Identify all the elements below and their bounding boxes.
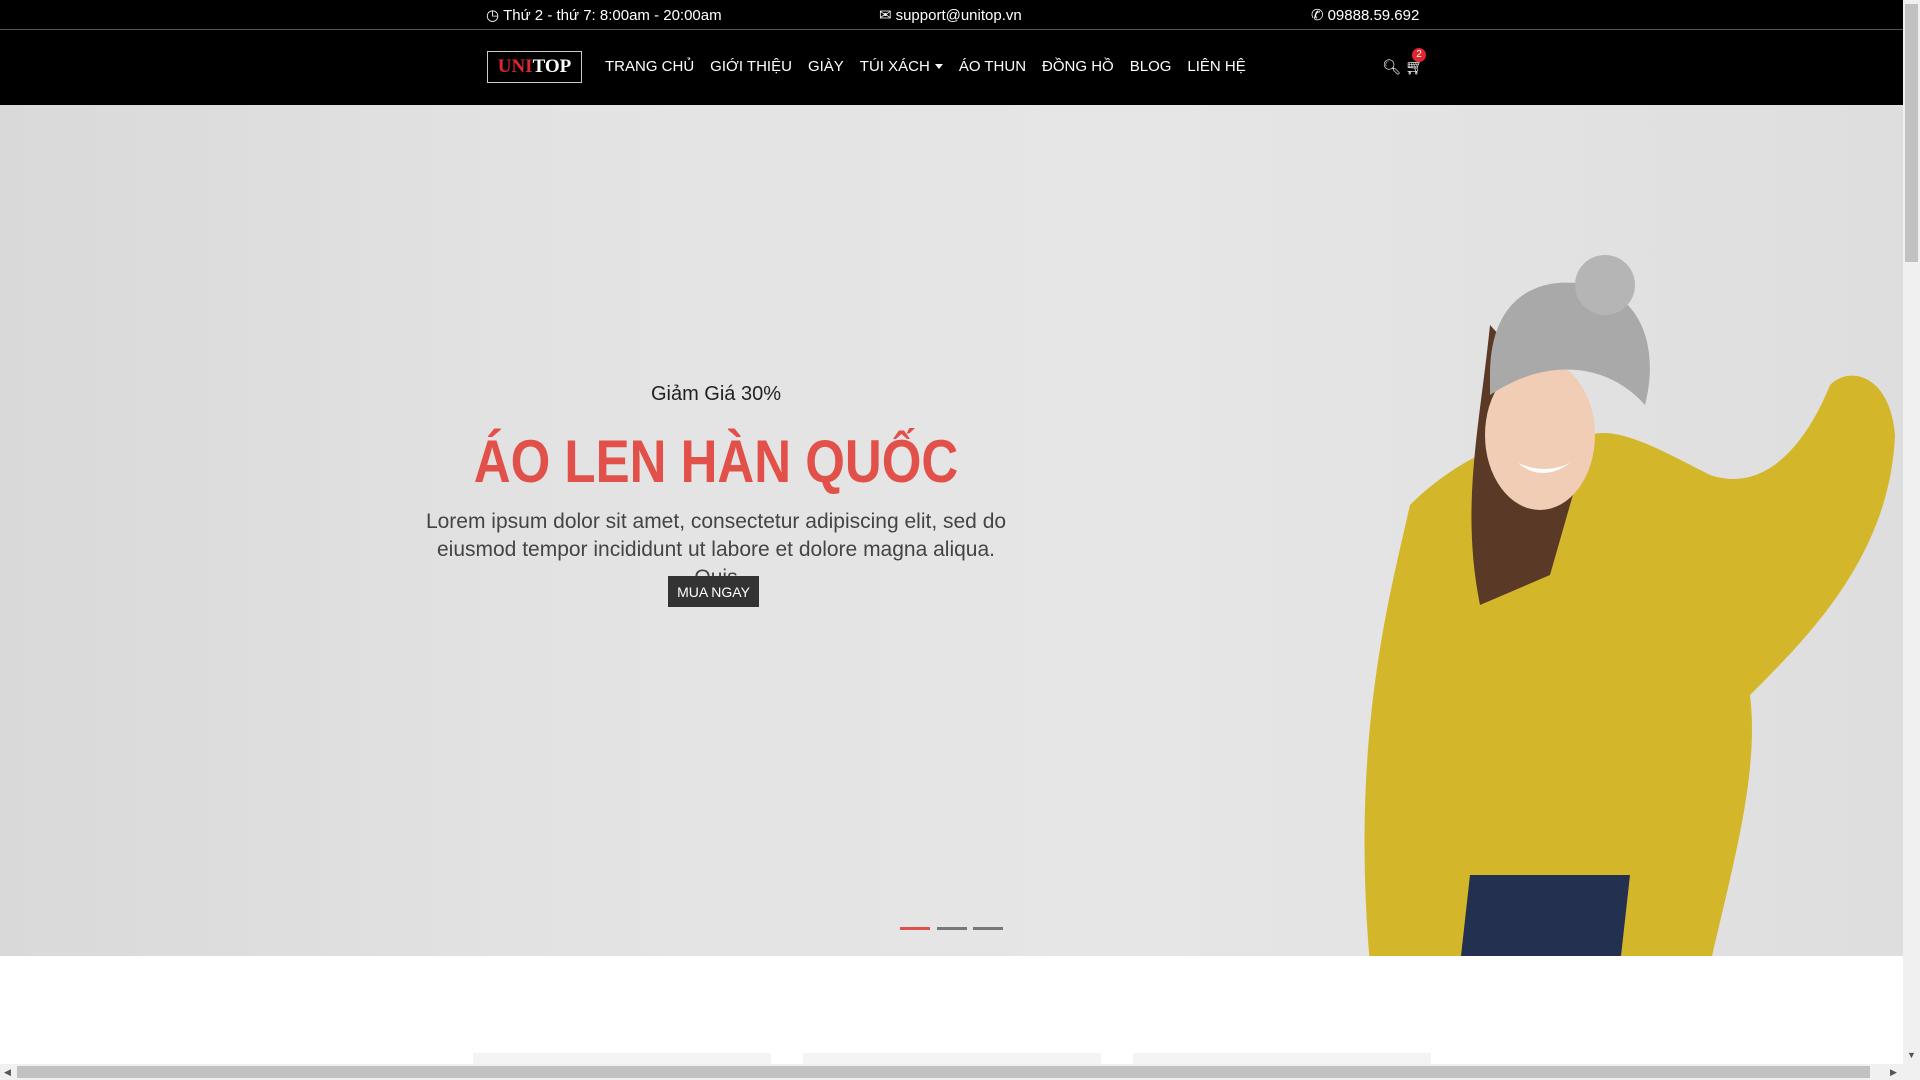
slide-indicator-1[interactable] bbox=[900, 927, 930, 930]
nav-item-home[interactable]: TRANG CHỦ bbox=[605, 58, 694, 75]
cart-count-badge: 2 bbox=[1412, 48, 1426, 62]
logo-part-uni: UNI bbox=[497, 56, 533, 77]
buy-now-button[interactable]: MUA NGAY bbox=[668, 576, 759, 607]
nav-item-contact[interactable]: LIÊN HỆ bbox=[1187, 58, 1245, 75]
search-icon[interactable]: 🔍︎ bbox=[1382, 58, 1401, 76]
nav-item-about[interactable]: GIỚI THIỆU bbox=[710, 58, 792, 75]
nav-item-shoes[interactable]: GIÀY bbox=[808, 58, 844, 75]
main-navbar: UNI TOP TRANG CHỦ GIỚI THIỆU GIÀY TÚI XÁC… bbox=[0, 30, 1903, 105]
scroll-left-arrow-icon[interactable]: ◀ bbox=[4, 1067, 11, 1078]
horizontal-scroll-thumb[interactable] bbox=[17, 1066, 1870, 1078]
logo-part-top: TOP bbox=[532, 56, 572, 77]
phone-link[interactable]: 09888.59.692 bbox=[1328, 7, 1420, 24]
logo[interactable]: UNI TOP bbox=[487, 51, 582, 83]
envelope-icon: ✉ bbox=[879, 7, 892, 24]
phone-item[interactable]: ✆ 09888.59.692 bbox=[1311, 6, 1420, 25]
clock-icon: ◷ bbox=[486, 7, 500, 24]
nav-item-tshirt[interactable]: ÁO THUN bbox=[959, 58, 1026, 75]
nav-item-blog[interactable]: BLOG bbox=[1130, 58, 1172, 75]
vertical-scroll-thumb[interactable] bbox=[1905, 4, 1918, 262]
hero-slider: Giảm Giá 30% ÁO LEN HÀN QUỐC Lorem ipsum… bbox=[0, 105, 1903, 956]
scroll-down-arrow-icon[interactable]: ▼ bbox=[1907, 1050, 1916, 1060]
nav-menu: TRANG CHỦ GIỚI THIỆU GIÀY TÚI XÁCH ÁO TH… bbox=[605, 58, 1262, 75]
nav-item-bags-label: TÚI XÁCH bbox=[859, 58, 930, 75]
phone-icon: ✆ bbox=[1311, 7, 1324, 24]
slide-indicator-2[interactable] bbox=[937, 927, 967, 930]
caret-down-icon bbox=[934, 64, 943, 69]
email-item[interactable]: ✉ support@unitop.vn bbox=[879, 6, 1022, 25]
top-info-bar: ◷ Thứ 2 - thứ 7: 8:00am - 20:00am ✉ suppor… bbox=[0, 0, 1903, 30]
hero-title: ÁO LEN HÀN QUỐC bbox=[473, 428, 959, 495]
nav-item-bags[interactable]: TÚI XÁCH bbox=[860, 58, 943, 75]
hours-item: ◷ Thứ 2 - thứ 7: 8:00am - 20:00am bbox=[486, 6, 722, 25]
slide-indicator-3[interactable] bbox=[973, 927, 1003, 930]
email-link[interactable]: support@unitop.vn bbox=[896, 7, 1022, 24]
nav-item-watches[interactable]: ĐỒNG HỒ bbox=[1042, 58, 1114, 75]
scroll-right-arrow-icon[interactable]: ▶ bbox=[1890, 1067, 1897, 1078]
model-image bbox=[1364, 255, 1895, 956]
hours-text: Thứ 2 - thứ 7: 8:00am - 20:00am bbox=[503, 6, 722, 24]
hero-subtitle: Giảm Giá 30% bbox=[650, 383, 782, 405]
